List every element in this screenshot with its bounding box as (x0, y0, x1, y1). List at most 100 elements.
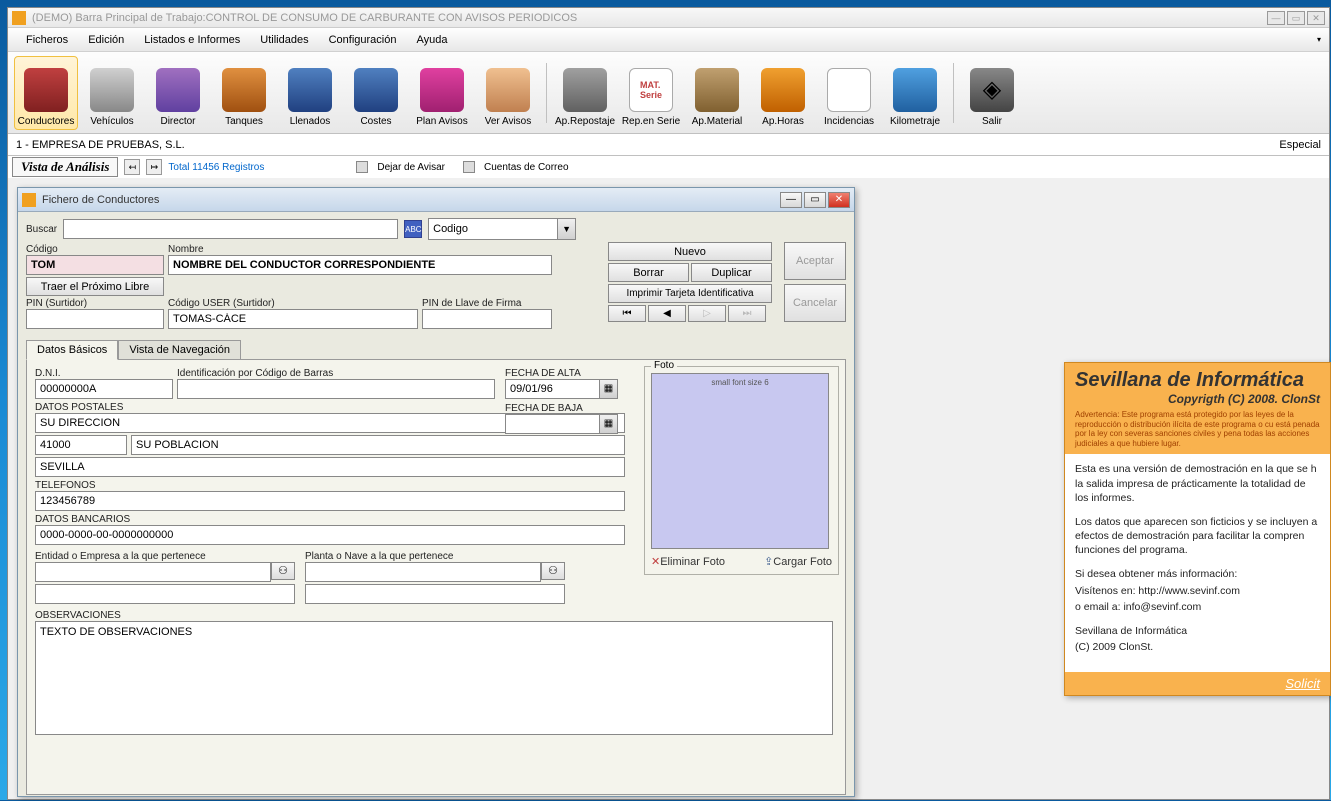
menu-ficheros[interactable]: Ficheros (16, 31, 78, 49)
buscar-input[interactable] (63, 219, 398, 239)
menu-listados[interactable]: Listados e Informes (134, 31, 250, 49)
total-registros: Total 11456 Registros (168, 162, 264, 173)
menu-overflow-icon[interactable]: ▾ (1317, 35, 1321, 44)
poblacion-input[interactable] (131, 435, 625, 455)
toolbar-separator (953, 63, 954, 123)
foto-label: Foto (651, 360, 677, 371)
fecha-baja-label: FECHA DE BAJA (505, 403, 618, 414)
tool-tanques[interactable]: Tanques (212, 56, 276, 130)
especial-label[interactable]: Especial (1279, 139, 1321, 151)
tab-vista-navegacion[interactable]: Vista de Navegación (118, 340, 241, 360)
minimize-button[interactable]: — (1267, 11, 1285, 25)
entidad-desc-input[interactable] (35, 584, 295, 604)
tool-ap-repostaje[interactable]: Ap.Repostaje (553, 56, 617, 130)
tab-datos-basicos[interactable]: Datos Básicos (26, 340, 118, 360)
aceptar-button[interactable]: Aceptar (784, 242, 846, 280)
cp-input[interactable] (35, 435, 127, 455)
planta-input[interactable] (305, 562, 541, 582)
tool-label: Incidencias (824, 116, 874, 127)
traer-proximo-button[interactable]: Traer el Próximo Libre (26, 277, 164, 296)
planta-lookup-icon[interactable]: ⚇ (541, 562, 565, 580)
pin-firma-input[interactable] (422, 309, 552, 329)
fecha-alta-input[interactable]: 09/01/96▦ (505, 379, 618, 399)
provincia-input[interactable] (35, 457, 625, 477)
borrar-button[interactable]: Borrar (608, 263, 689, 282)
dni-input[interactable] (35, 379, 173, 399)
nav-prev-button[interactable]: ◀ (648, 305, 686, 322)
info-popup: Sevillana de Informática Copyrigth (C) 2… (1064, 362, 1331, 696)
tool-ap-material[interactable]: Ap.Material (685, 56, 749, 130)
dialog-close-button[interactable]: ✕ (828, 192, 850, 208)
conductores-icon (24, 68, 68, 112)
observaciones-input[interactable]: TEXTO DE OBSERVACIONES (35, 621, 833, 735)
nav-prev-icon[interactable]: ↤ (124, 159, 140, 175)
codigo-user-label: Código USER (Surtidor) (168, 298, 418, 309)
planta-desc-input[interactable] (305, 584, 565, 604)
tool-ap-horas[interactable]: Ap.Horas (751, 56, 815, 130)
cuentas-correo-label: Cuentas de Correo (484, 162, 569, 173)
close-button[interactable]: ✕ (1307, 11, 1325, 25)
bancarios-input[interactable] (35, 525, 625, 545)
telefonos-input[interactable] (35, 491, 625, 511)
cancelar-button[interactable]: Cancelar (784, 284, 846, 322)
tool-salir[interactable]: ◈Salir (960, 56, 1024, 130)
tool-label: Ap.Material (692, 116, 743, 127)
menu-utilidades[interactable]: Utilidades (250, 31, 318, 49)
abc-icon[interactable]: ABC (404, 220, 422, 238)
search-by-combo[interactable]: Codigo ▼ (428, 218, 576, 240)
app-icon (12, 11, 26, 25)
ident-barras-input[interactable] (177, 379, 495, 399)
tool-label: Rep.en Serie (622, 116, 680, 127)
tool-costes[interactable]: Costes (344, 56, 408, 130)
tool-vehiculos[interactable]: Vehículos (80, 56, 144, 130)
cargar-foto-button[interactable]: ⇪Cargar Foto (764, 555, 832, 568)
nav-next-icon[interactable]: ↦ (146, 159, 162, 175)
buscar-label: Buscar (26, 224, 57, 235)
entidad-input[interactable] (35, 562, 271, 582)
pin-firma-label: PIN de Llave de Firma (422, 298, 552, 309)
imprimir-tarjeta-button[interactable]: Imprimir Tarjeta Identificativa (608, 284, 772, 303)
main-toolbar: Conductores Vehículos Director Tanques L… (8, 52, 1329, 134)
vehiculos-icon (90, 68, 134, 112)
duplicar-button[interactable]: Duplicar (691, 263, 772, 282)
tool-llenados[interactable]: Llenados (278, 56, 342, 130)
calendar-icon[interactable]: ▦ (599, 415, 617, 433)
cuentas-correo-checkbox[interactable] (463, 161, 475, 173)
nav-next-button[interactable]: ▷ (688, 305, 726, 322)
menu-ayuda[interactable]: Ayuda (406, 31, 457, 49)
pin-surtidor-input[interactable] (26, 309, 164, 329)
dialog-titlebar[interactable]: Fichero de Conductores — ▭ ✕ (18, 188, 854, 212)
fecha-baja-input[interactable]: ▦ (505, 414, 618, 434)
maximize-button[interactable]: ▭ (1287, 11, 1305, 25)
codigo-input[interactable] (26, 255, 164, 275)
tool-incidencias[interactable]: Incidencias (817, 56, 881, 130)
calendar-icon[interactable]: ▦ (599, 380, 617, 398)
popup-solicit-link[interactable]: Solicit (1065, 672, 1330, 695)
entidad-lookup-icon[interactable]: ⚇ (271, 562, 295, 580)
ap-material-icon (695, 68, 739, 112)
tool-plan-avisos[interactable]: Plan Avisos (410, 56, 474, 130)
observaciones-label: OBSERVACIONES (35, 610, 495, 621)
menu-edicion[interactable]: Edición (78, 31, 134, 49)
nombre-label: Nombre (168, 244, 552, 255)
tool-conductores[interactable]: Conductores (14, 56, 78, 130)
eliminar-foto-button[interactable]: ✕Eliminar Foto (651, 555, 725, 568)
nav-last-button[interactable]: ⏭ (728, 305, 766, 322)
dialog-minimize-button[interactable]: — (780, 192, 802, 208)
pin-surtidor-label: PIN (Surtidor) (26, 298, 164, 309)
codigo-user-input[interactable] (168, 309, 418, 329)
nav-first-button[interactable]: ⏮ (608, 305, 646, 322)
tool-kilometraje[interactable]: Kilometraje (883, 56, 947, 130)
costes-icon (354, 68, 398, 112)
nuevo-button[interactable]: Nuevo (608, 242, 772, 261)
tool-ver-avisos[interactable]: Ver Avisos (476, 56, 540, 130)
tool-rep-serie[interactable]: MAT.SerieRep.en Serie (619, 56, 683, 130)
dialog-maximize-button[interactable]: ▭ (804, 192, 826, 208)
dejar-avisar-checkbox[interactable] (356, 161, 368, 173)
director-icon (156, 68, 200, 112)
nombre-input[interactable] (168, 255, 552, 275)
toolbar-separator (546, 63, 547, 123)
planta-label: Planta o Nave a la que pertenece (305, 551, 565, 562)
menu-configuracion[interactable]: Configuración (319, 31, 407, 49)
tool-director[interactable]: Director (146, 56, 210, 130)
